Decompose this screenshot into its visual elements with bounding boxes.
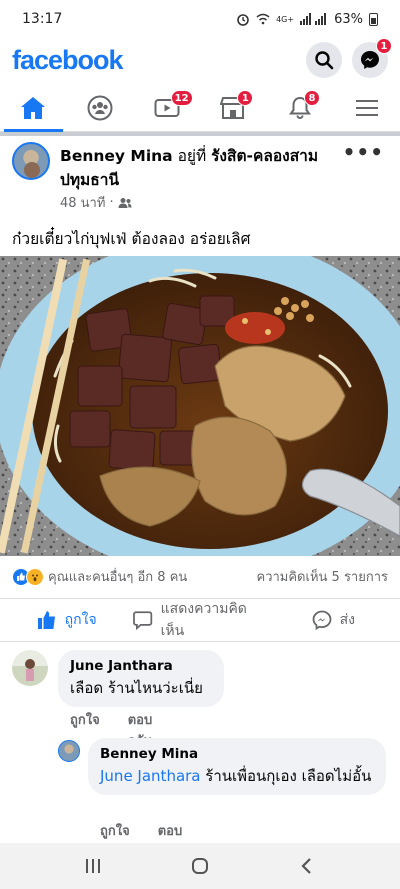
- commenter-name[interactable]: June Janthara: [70, 658, 212, 674]
- tab-menu[interactable]: [333, 84, 400, 131]
- signal-icon: [300, 13, 327, 25]
- post-photo[interactable]: [0, 256, 400, 556]
- reactions-text: คุณและคนอื่นๆ อีก 8 คน: [48, 570, 188, 585]
- post-text: ก๋วยเตี๋ยวไก่บุฟเฟ่ ต้องลอง อร่อยเลิศ: [12, 230, 251, 248]
- reply-text: June Janthara ร้านเพื่อนกุเอง เลือดไม่อั…: [100, 766, 374, 787]
- home-nav-icon[interactable]: [190, 856, 210, 876]
- search-button[interactable]: [306, 42, 342, 78]
- like-label: ถูกใจ: [64, 612, 97, 628]
- wifi-icon: [256, 13, 270, 25]
- comment-button[interactable]: แสดงความคิดเห็น: [133, 598, 266, 642]
- battery-percent: 63%: [334, 11, 363, 27]
- back-icon[interactable]: [297, 856, 317, 876]
- tab-notifications[interactable]: 8: [267, 84, 334, 131]
- status-icons: 4G+ 63%: [236, 12, 378, 27]
- reaction-icons: [12, 567, 44, 586]
- like-button[interactable]: ถูกใจ: [0, 609, 133, 631]
- post-author[interactable]: Benney Mina: [60, 147, 173, 165]
- tab-marketplace[interactable]: 1: [200, 84, 267, 131]
- recent-apps-icon[interactable]: [83, 857, 103, 875]
- feed-divider: [0, 132, 400, 136]
- reply-mention[interactable]: June Janthara: [100, 767, 201, 785]
- home-icon: [21, 96, 46, 119]
- post-more-icon[interactable]: •••: [343, 140, 384, 164]
- messenger-icon: [361, 51, 379, 69]
- menu-icon: [355, 99, 378, 116]
- post-actions: ถูกใจ แสดงความคิดเห็น ส่ง: [0, 598, 400, 642]
- wow-reaction-icon: [26, 567, 44, 586]
- facebook-logo: facebook: [12, 44, 124, 75]
- status-time: 13:17: [22, 11, 63, 27]
- tab-groups[interactable]: [67, 84, 134, 131]
- system-nav-bar: [0, 843, 400, 889]
- comment-label: แสดงความคิดเห็น: [160, 601, 247, 639]
- reply-bubble: Benney Mina June Janthara ร้านเพื่อนกุเอ…: [88, 738, 386, 795]
- comment-bubble: June Janthara เลือด ร้านไหนว่ะเนี่ย: [58, 650, 224, 707]
- comment-icon: [133, 611, 153, 630]
- commenter-avatar[interactable]: [12, 650, 48, 686]
- marketplace-badge: 1: [237, 90, 254, 106]
- post-time[interactable]: 48 นาที: [60, 192, 105, 213]
- author-avatar[interactable]: [12, 142, 50, 180]
- main-tabs: 12 1 8: [0, 84, 400, 132]
- notifications-badge: 8: [304, 90, 321, 106]
- watch-badge: 12: [170, 90, 193, 106]
- post-author-line: Benney Mina อยู่ที่ รังสิต-คลองสาม ปทุมธ…: [60, 144, 360, 192]
- network-type: 4G+: [276, 14, 295, 24]
- alarm-icon: [237, 14, 249, 26]
- messenger-send-icon: [312, 610, 332, 630]
- status-bar: 13:17 4G+ 63%: [0, 0, 400, 38]
- messenger-button[interactable]: 1: [352, 38, 392, 78]
- post-meta: 48 นาที ·: [60, 192, 132, 213]
- reactions-summary[interactable]: คุณและคนอื่นๆ อีก 8 คน ความคิดเห็น 5 ราย…: [12, 566, 388, 587]
- comments-count[interactable]: ความคิดเห็น 5 รายการ: [257, 566, 389, 587]
- app-header: facebook 1: [0, 38, 400, 82]
- search-icon: [315, 51, 334, 70]
- tab-watch[interactable]: 12: [133, 84, 200, 131]
- replier-name[interactable]: Benney Mina: [100, 746, 374, 762]
- friends-icon: [118, 197, 132, 208]
- noodle-bowl-image: [0, 256, 400, 556]
- thumbs-up-icon: [37, 611, 55, 629]
- reply-body: ร้านเพื่อนกุเอง เลือดไม่อั้น: [200, 767, 372, 785]
- replier-avatar[interactable]: [58, 740, 80, 762]
- comment-text: เลือด ร้านไหนว่ะเนี่ย: [70, 679, 203, 697]
- share-button[interactable]: ส่ง: [267, 609, 400, 631]
- groups-icon: [87, 95, 113, 120]
- tab-home[interactable]: [0, 84, 67, 132]
- post-at-text: อยู่ที่: [172, 147, 212, 165]
- share-label: ส่ง: [339, 612, 356, 628]
- messenger-badge: 1: [376, 38, 392, 54]
- battery-icon: [369, 12, 378, 26]
